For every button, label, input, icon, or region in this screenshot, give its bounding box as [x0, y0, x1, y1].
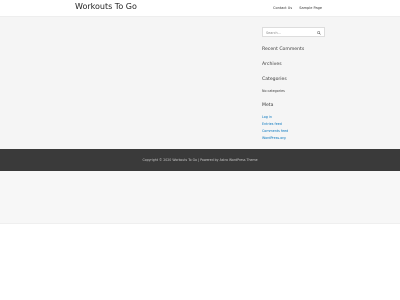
- meta-title: Meta: [262, 103, 274, 108]
- nav-item-sample-page[interactable]: Sample Page: [299, 6, 322, 10]
- categories-title: Categories: [262, 77, 287, 82]
- search-form: Search...: [262, 27, 325, 37]
- site-footer: Copyright © 2020 Workouts To Go | Powere…: [0, 149, 400, 171]
- meta-link-entries-feed[interactable]: Entries feed: [262, 122, 282, 126]
- meta-link-log-in[interactable]: Log in: [262, 115, 272, 119]
- site-title[interactable]: Workouts To Go: [75, 2, 137, 11]
- archives-title: Archives: [262, 62, 282, 67]
- meta-link-wordpress-org[interactable]: WordPress.org: [262, 136, 286, 140]
- primary-nav: Contact Us Sample Page: [267, 6, 322, 10]
- nav-item-contact-us[interactable]: Contact Us: [273, 6, 292, 10]
- main-content-area: [0, 17, 400, 149]
- recent-comments-title: Recent Comments: [262, 47, 305, 52]
- categories-empty-text: No categories: [262, 89, 285, 93]
- site-header: Workouts To Go Contact Us Sample Page: [0, 0, 400, 17]
- search-input[interactable]: Search...: [266, 31, 281, 35]
- below-footer-area: [0, 171, 400, 224]
- footer-copyright: Copyright © 2020 Workouts To Go | Powere…: [142, 158, 258, 162]
- sidebar: Search...: [262, 27, 326, 37]
- search-icon[interactable]: [317, 30, 321, 35]
- meta-link-comments-feed[interactable]: Comments feed: [262, 129, 288, 133]
